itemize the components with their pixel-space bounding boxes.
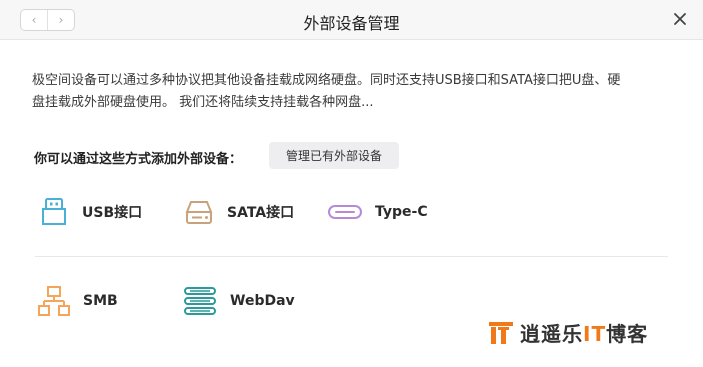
method-sata[interactable]: SATA接口 — [183, 196, 294, 228]
watermark-text-accent: IT — [583, 322, 607, 346]
method-type-c[interactable]: Type-C — [327, 196, 428, 228]
watermark-text-part2: 博客 — [606, 322, 649, 346]
description: 极空间设备可以通过多种协议把其他设备挂载成网络硬盘。同时还支持USB接口和SAT… — [32, 70, 682, 114]
method-usb[interactable]: USB接口 — [38, 196, 142, 228]
sata-drive-icon — [185, 201, 213, 224]
description-line-1: 极空间设备可以通过多种协议把其他设备挂载成网络硬盘。同时还支持USB接口和SAT… — [32, 73, 621, 88]
watermark: 逍遥乐IT博客 — [488, 318, 648, 347]
add-methods-label: 你可以通过这些方式添加外部设备： — [34, 152, 243, 167]
title-bar: ‹ › 外部设备管理 — [0, 0, 703, 40]
close-icon[interactable] — [672, 11, 688, 27]
type-c-icon — [328, 205, 362, 219]
method-smb[interactable]: SMB — [37, 284, 118, 318]
method-label: SMB — [83, 293, 118, 309]
description-line-2: 盘挂载成外部硬盘使用。 我们还将陆续支持挂载各种网盘... — [32, 95, 374, 110]
method-label: USB接口 — [82, 205, 143, 221]
method-label: WebDav — [230, 293, 295, 309]
manage-devices-button[interactable]: 管理已有外部设备 — [269, 142, 399, 169]
it-logo-icon — [489, 321, 513, 344]
usb-icon — [42, 198, 66, 225]
server-stack-icon — [184, 287, 216, 315]
method-label: SATA接口 — [227, 205, 295, 221]
method-label: Type-C — [375, 204, 428, 220]
method-webdav[interactable]: WebDav — [182, 284, 295, 318]
divider — [35, 256, 668, 257]
network-share-icon — [38, 286, 70, 316]
window-title: 外部设备管理 — [303, 14, 400, 33]
watermark-text: 逍遥乐IT博客 — [520, 318, 648, 347]
watermark-text-part1: 逍遥乐 — [520, 322, 583, 346]
